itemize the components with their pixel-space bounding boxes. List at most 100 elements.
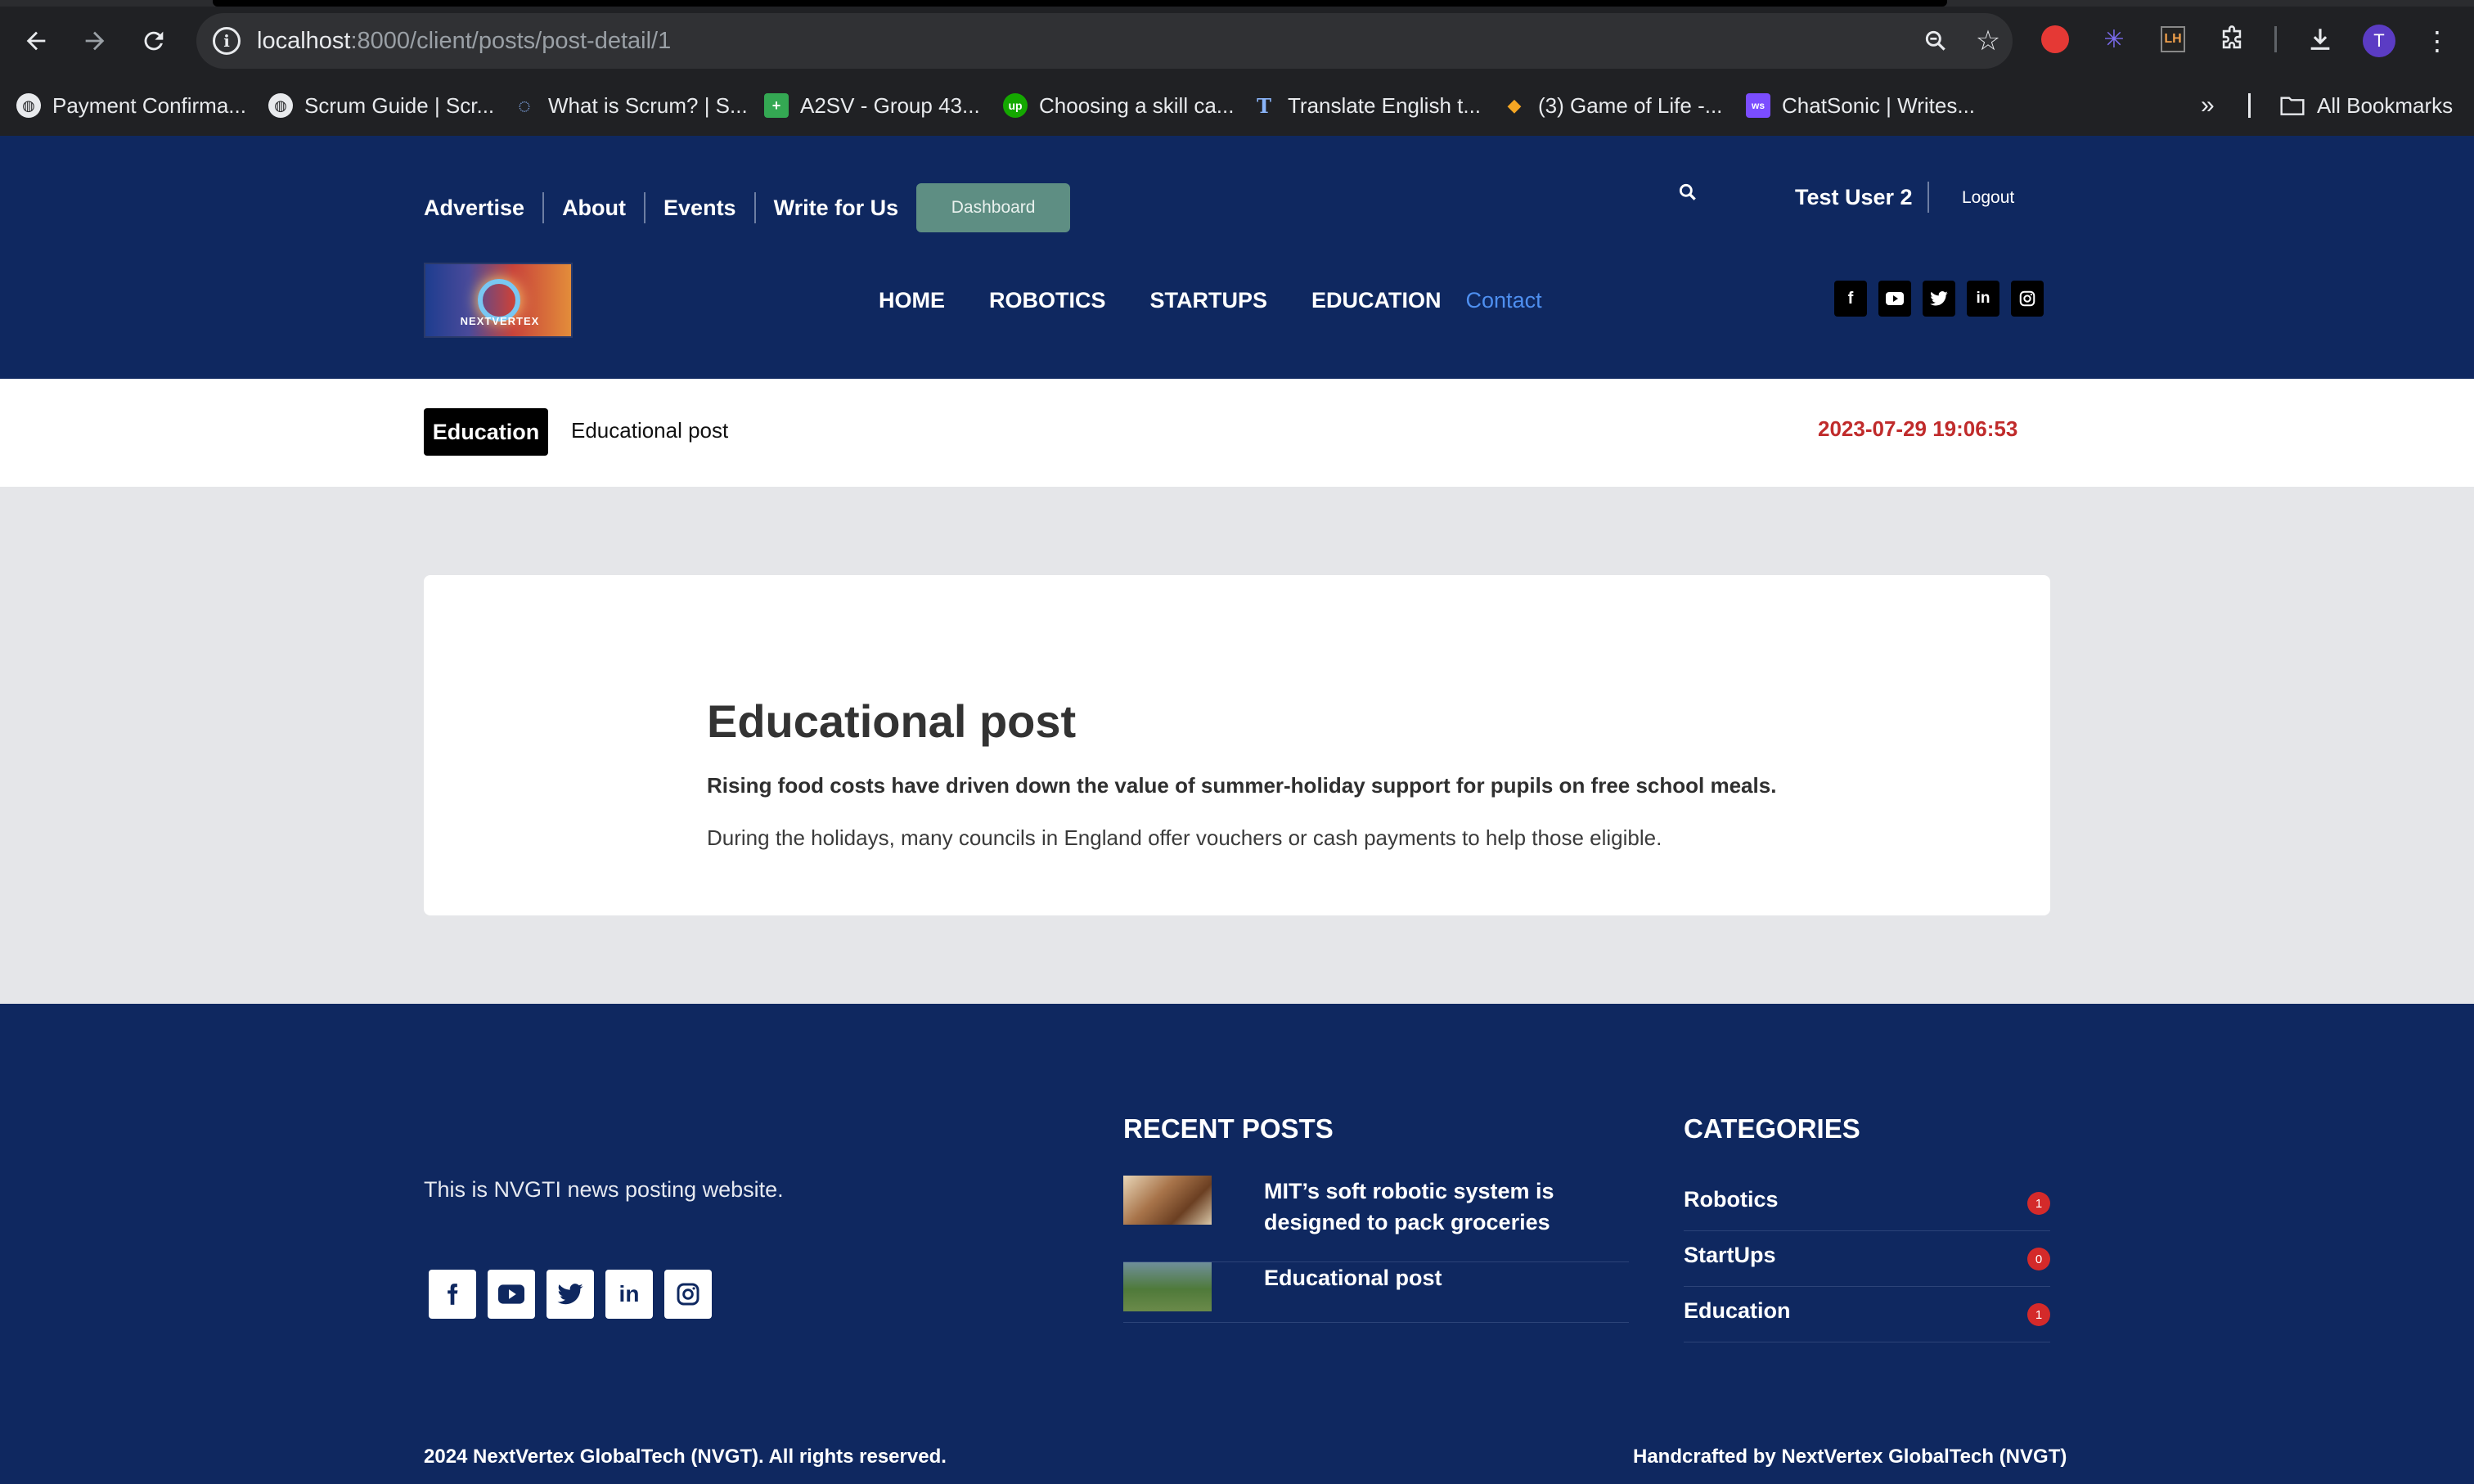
bookmark-item[interactable]: ◆ (3) Game of Life -... xyxy=(1502,90,1723,121)
youtube-icon[interactable] xyxy=(1878,281,1911,317)
logout-link[interactable]: Logout xyxy=(1962,185,2014,211)
bookmarks-bar: ◍ Payment Confirma... ◍ Scrum Guide | Scr.… xyxy=(0,82,2474,129)
article-card: Educational post Rising food costs have … xyxy=(424,575,2050,915)
footer-social-links: in xyxy=(429,1270,712,1319)
categories-heading: CATEGORIES xyxy=(1684,1113,1860,1144)
reload-button[interactable] xyxy=(134,21,173,61)
category-item[interactable]: Education 1 xyxy=(1684,1287,2050,1342)
bookmark-label: Choosing a skill ca... xyxy=(1039,92,1235,118)
recent-post-item[interactable]: Educational post xyxy=(1123,1262,1629,1323)
reload-icon xyxy=(144,31,164,51)
article-body: During the holidays, many councils in En… xyxy=(707,825,1662,850)
bookmark-label: Payment Confirma... xyxy=(52,92,246,118)
bookmark-star-icon[interactable]: ☆ xyxy=(1972,25,2004,57)
arrow-right-icon xyxy=(85,31,105,51)
category-count-badge: 0 xyxy=(2027,1248,2050,1270)
linkedin-icon[interactable]: in xyxy=(1967,281,1999,317)
recent-post-thumbnail[interactable] xyxy=(1123,1176,1212,1225)
tab-strip xyxy=(0,0,2474,7)
globe-icon: ◍ xyxy=(268,93,293,118)
category-name[interactable]: StartUps xyxy=(1684,1243,1776,1268)
sheets-icon: + xyxy=(764,93,789,118)
main-nav-startups[interactable]: STARTUPS xyxy=(1150,285,1268,316)
main-nav-robotics[interactable]: ROBOTICS xyxy=(989,285,1106,316)
twitter-icon[interactable] xyxy=(547,1270,594,1319)
recent-post-title[interactable]: MIT’s soft robotic system is designed to… xyxy=(1264,1176,1608,1238)
zoom-icon[interactable] xyxy=(1919,25,1952,57)
post-meta-bar: Education Educational post 2023-07-29 19… xyxy=(0,379,2474,487)
user-name[interactable]: Test User 2 xyxy=(1795,182,1929,213)
recent-posts-heading: RECENT POSTS xyxy=(1123,1113,1334,1144)
top-nav: Advertise About Events Write for Us Dash… xyxy=(424,183,1071,232)
bookmark-label: (3) Game of Life -... xyxy=(1538,92,1723,118)
bookmark-item[interactable]: ◍ Payment Confirma... xyxy=(16,90,246,121)
youtube-icon[interactable] xyxy=(488,1270,535,1319)
category-name[interactable]: Robotics xyxy=(1684,1187,1779,1212)
recent-post-item[interactable]: MIT’s soft robotic system is designed to… xyxy=(1123,1176,1629,1262)
instagram-icon[interactable] xyxy=(664,1270,712,1319)
facebook-icon[interactable] xyxy=(429,1270,476,1319)
scrum-icon: ◌ xyxy=(518,92,531,118)
site-footer: This is NVGTI news posting website. in R… xyxy=(0,1004,2474,1484)
article-lead: Rising food costs have driven down the v… xyxy=(707,773,1777,798)
extension-asterisk-icon[interactable]: ✳ xyxy=(2098,23,2130,56)
back-button[interactable] xyxy=(16,21,56,61)
bookmark-item[interactable]: ◌ What is Scrum? | S... xyxy=(512,90,747,121)
category-item[interactable]: Robotics 1 xyxy=(1684,1176,2050,1231)
instagram-icon[interactable] xyxy=(2011,281,2044,317)
chatsonic-icon: ws xyxy=(1746,93,1770,118)
bookmark-item[interactable]: + A2SV - Group 43... xyxy=(764,90,980,121)
copyright-text: 2024 NextVertex GlobalTech (NVGT). All r… xyxy=(424,1446,947,1468)
profile-avatar[interactable]: T xyxy=(2363,25,2395,57)
bookmark-label: A2SV - Group 43... xyxy=(800,92,980,118)
bookmark-item[interactable]: ◍ Scrum Guide | Scr... xyxy=(268,90,494,121)
active-tab[interactable] xyxy=(213,0,1947,7)
address-bar[interactable]: i localhost:8000/client/posts/post-detai… xyxy=(196,13,2013,69)
bookmark-item[interactable]: ws ChatSonic | Writes... xyxy=(1746,90,1975,121)
all-bookmarks-button[interactable]: All Bookmarks xyxy=(2279,90,2453,121)
dashboard-button[interactable]: Dashboard xyxy=(916,183,1071,232)
folder-icon xyxy=(2280,97,2305,115)
category-badge[interactable]: Education xyxy=(424,408,548,456)
linkedin-icon[interactable]: in xyxy=(605,1270,653,1319)
site-logo[interactable]: NEXTVERTEX xyxy=(424,263,573,338)
recent-post-title[interactable]: Educational post xyxy=(1264,1262,1608,1293)
extensions-puzzle-icon[interactable] xyxy=(2215,23,2248,56)
main-nav-home[interactable]: HOME xyxy=(879,285,945,316)
extension-lighthouse-icon[interactable]: LH xyxy=(2157,23,2189,56)
downloads-icon[interactable] xyxy=(2304,23,2337,56)
top-nav-write-for-us[interactable]: Write for Us xyxy=(756,192,917,223)
bookmark-item[interactable]: up Choosing a skill ca... xyxy=(1003,90,1234,121)
logo-text: NEXTVERTEX xyxy=(460,315,540,327)
all-bookmarks-label: All Bookmarks xyxy=(2317,92,2454,118)
search-icon[interactable] xyxy=(1677,182,1702,206)
bookmark-label: Scrum Guide | Scr... xyxy=(304,92,495,118)
forward-button[interactable] xyxy=(75,21,115,61)
bookmark-label: Translate English t... xyxy=(1288,92,1482,118)
more-bookmarks-icon[interactable]: » xyxy=(2201,90,2215,121)
main-nav-education[interactable]: EDUCATION xyxy=(1311,285,1442,316)
arrow-left-icon xyxy=(26,31,46,51)
main-nav: HOME ROBOTICS STARTUPS EDUCATION Contact xyxy=(879,285,1542,316)
site-info-icon[interactable]: i xyxy=(213,27,241,55)
twitter-icon[interactable] xyxy=(1923,281,1955,317)
extension-adblock-icon[interactable] xyxy=(2039,23,2071,56)
main-nav-contact[interactable]: Contact xyxy=(1466,285,1542,316)
article-title: Educational post xyxy=(707,695,1077,747)
url-text[interactable]: localhost:8000/client/posts/post-detail/… xyxy=(257,27,671,55)
recent-post-thumbnail[interactable] xyxy=(1123,1262,1212,1311)
categories-list: Robotics 1 StartUps 0 Education 1 xyxy=(1684,1176,2050,1342)
recent-posts-list: MIT’s soft robotic system is designed to… xyxy=(1123,1176,1629,1323)
category-count-badge: 1 xyxy=(2027,1303,2050,1326)
browser-menu-icon[interactable]: ⋮ xyxy=(2424,21,2450,61)
facebook-icon[interactable]: f xyxy=(1834,281,1867,317)
top-nav-events[interactable]: Events xyxy=(645,192,756,223)
category-count-badge: 1 xyxy=(2027,1192,2050,1215)
bookmark-item[interactable]: T Translate English t... xyxy=(1252,90,1481,121)
category-name[interactable]: Education xyxy=(1684,1298,1791,1324)
browser-chrome: i localhost:8000/client/posts/post-detai… xyxy=(0,0,2474,136)
category-item[interactable]: StartUps 0 xyxy=(1684,1231,2050,1287)
handcrafted-text: Handcrafted by NextVertex GlobalTech (NV… xyxy=(1633,1446,2067,1468)
top-nav-advertise[interactable]: Advertise xyxy=(424,192,545,223)
top-nav-about[interactable]: About xyxy=(544,192,646,223)
